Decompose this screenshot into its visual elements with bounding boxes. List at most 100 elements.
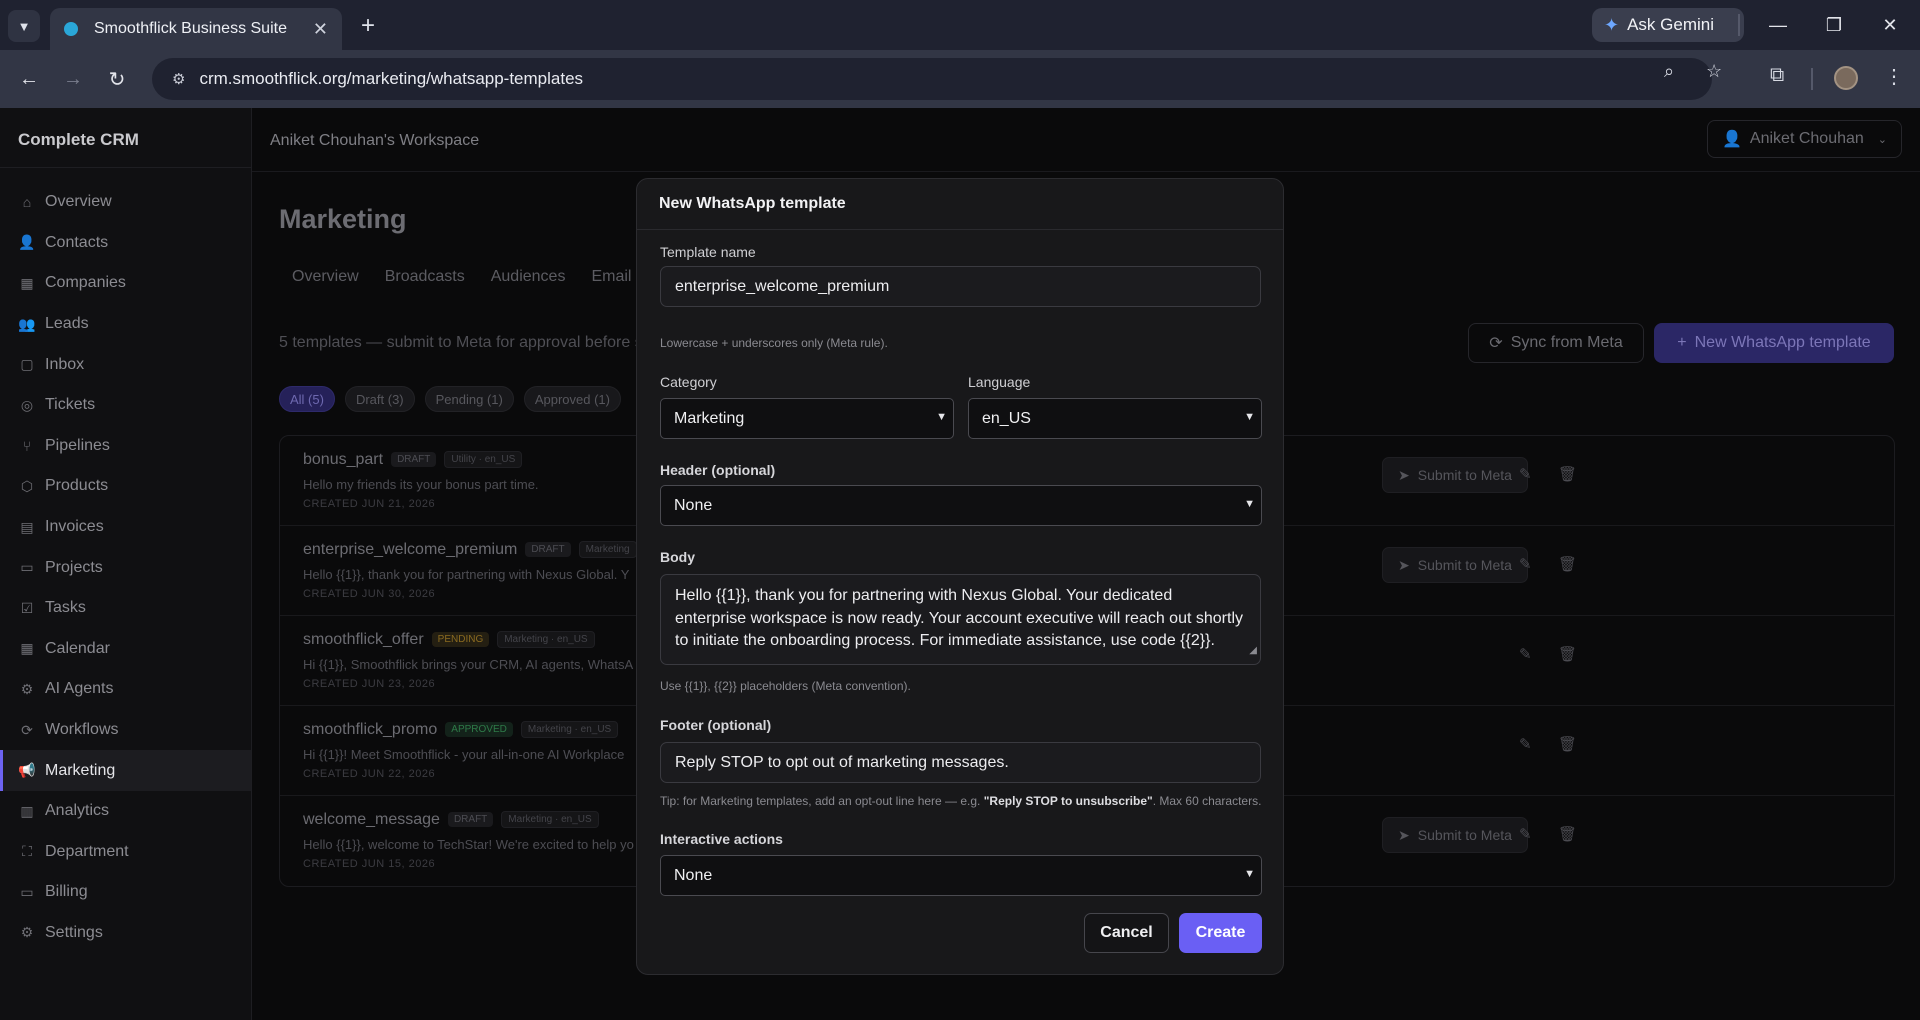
edit-icon[interactable]: ✎ (1519, 645, 1532, 663)
send-icon: ➤ (1398, 556, 1410, 573)
close-window-icon[interactable]: ✕ (1870, 10, 1910, 40)
template-body-preview: Hello {{1}}, thank you for partnering wi… (303, 567, 630, 582)
template-name: bonus_part DRAFT Utility · en_US (303, 451, 523, 469)
submit-label: Submit to Meta (1417, 827, 1512, 843)
sidebar: Complete CRM ⌂ Overview 👤 Contacts ▦ Companie… (0, 108, 252, 1020)
filter-all[interactable]: All (5) (279, 386, 335, 412)
delete-icon[interactable]: 🗑 (1558, 735, 1577, 753)
template-body-preview: Hello my friends its your bonus part tim… (303, 477, 539, 492)
delete-icon[interactable]: 🗑 (1558, 465, 1577, 483)
template-name: smoothflick_offer PENDING Marketing · en_U… (303, 631, 595, 649)
submit-label: Submit to Meta (1417, 467, 1512, 483)
sidebar-item-label: Settings (45, 923, 103, 941)
edit-icon[interactable]: ✎ (1519, 555, 1532, 573)
new-whatsapp-template-button[interactable]: + New WhatsApp template (1654, 323, 1894, 363)
chevron-down-icon: ▼ (1244, 868, 1255, 880)
filter-pending[interactable]: Pending (1) (424, 386, 514, 412)
sidebar-item-icon: ⚙ (20, 924, 34, 941)
tab-search-dropdown-icon[interactable]: ▼ (8, 10, 40, 42)
tab-broadcasts[interactable]: Broadcasts (372, 268, 478, 286)
zoom-icon[interactable]: ⌕ (1664, 61, 1674, 82)
sidebar-item-icon: ⚙ (20, 680, 34, 697)
sidebar-item-label: Products (45, 477, 109, 495)
new-template-label: New WhatsApp template (1694, 334, 1871, 351)
category-value: Marketing (674, 409, 745, 427)
new-tab-icon[interactable]: + (352, 10, 384, 42)
template-created-date: CREATED JUN 22, 2026 (303, 768, 436, 780)
body-textarea[interactable]: Hello {{1}}, thank you for partnering wi… (660, 574, 1261, 665)
submit-to-meta-button[interactable]: ➤ Submit to Meta (1382, 817, 1528, 853)
submit-to-meta-button[interactable]: ➤ Submit to Meta (1382, 457, 1528, 493)
sidebar-item-icon: ⛶ (22, 843, 32, 860)
bookmark-star-icon[interactable]: ☆ (1706, 61, 1722, 82)
browser-tab[interactable]: Smoothflick Business Suite ✕ (50, 8, 342, 50)
sidebar-item-inbox[interactable]: ▢ Inbox (0, 344, 251, 385)
interactive-actions-value: None (674, 866, 713, 884)
user-menu-button[interactable]: 👤 Aniket Chouhan ⌄ (1707, 120, 1902, 158)
sidebar-item-department[interactable]: ⛶ Department (0, 832, 251, 873)
sidebar-item-tickets[interactable]: ◎ Tickets (0, 385, 251, 426)
ask-gemini-button[interactable]: ✦ Ask Gemini (1592, 8, 1744, 42)
footer-input[interactable]: Reply STOP to opt out of marketing messa… (660, 742, 1261, 783)
sidebar-item-label: Analytics (45, 802, 110, 820)
sidebar-item-products[interactable]: ⬡ Products (0, 466, 251, 507)
tab-email[interactable]: Email (578, 268, 644, 286)
template-name-input[interactable]: enterprise_welcome_premium (660, 266, 1261, 307)
filter-draft[interactable]: Draft (3) (344, 386, 415, 412)
sync-from-meta-button[interactable]: ⟳ Sync from Meta (1468, 323, 1644, 363)
address-bar[interactable]: ⚙ crm.smoothflick.org/marketing/whatsapp… (152, 58, 1712, 100)
delete-icon[interactable]: 🗑 (1558, 825, 1577, 843)
extensions-icon[interactable]: ⧉ (1770, 64, 1784, 87)
sidebar-item-contacts[interactable]: 👤 Contacts (0, 223, 251, 264)
sidebar-item-calendar[interactable]: ▦ Calendar (0, 629, 251, 670)
template-name-text: smoothflick_promo (303, 721, 438, 738)
delete-icon[interactable]: 🗑 (1558, 645, 1577, 663)
forward-icon[interactable]: → (56, 62, 90, 96)
resize-handle-icon[interactable]: ◢ (1249, 640, 1257, 663)
sidebar-item-tasks[interactable]: ☑ Tasks (0, 588, 251, 629)
sidebar-item-projects[interactable]: ▭ Projects (0, 547, 251, 588)
edit-icon[interactable]: ✎ (1519, 735, 1532, 753)
delete-icon[interactable]: 🗑 (1558, 555, 1577, 573)
sidebar-item-settings[interactable]: ⚙ Settings (0, 913, 251, 954)
filter-approved[interactable]: Approved (1) (523, 386, 621, 412)
edit-icon[interactable]: ✎ (1519, 465, 1532, 483)
template-body-preview: Hi {{1}}! Meet Smoothflick - your all-in… (303, 747, 625, 762)
create-button[interactable]: Create (1179, 913, 1262, 953)
site-info-icon[interactable]: ⚙ (172, 70, 185, 88)
sidebar-item-marketing[interactable]: 📢 Marketing (0, 750, 251, 791)
interactive-actions-select[interactable]: None ▼ (660, 855, 1262, 896)
minimize-icon[interactable]: — (1758, 10, 1798, 40)
close-tab-icon[interactable]: ✕ (313, 19, 328, 40)
tab-audiences[interactable]: Audiences (478, 268, 579, 286)
submit-to-meta-button[interactable]: ➤ Submit to Meta (1382, 547, 1528, 583)
divider (1738, 14, 1740, 36)
reload-icon[interactable]: ↻ (100, 62, 134, 96)
sidebar-item-pipelines[interactable]: ⑂ Pipelines (0, 426, 251, 467)
menu-kebab-icon[interactable]: ⋮ (1884, 64, 1904, 89)
send-icon: ➤ (1398, 826, 1410, 843)
sidebar-item-billing[interactable]: ▭ Billing (0, 872, 251, 913)
profile-avatar[interactable] (1834, 66, 1858, 90)
sidebar-item-companies[interactable]: ▦ Companies (0, 263, 251, 304)
sidebar-item-overview[interactable]: ⌂ Overview (0, 182, 251, 223)
sidebar-item-analytics[interactable]: ▥ Analytics (0, 791, 251, 832)
interactive-actions-label: Interactive actions (660, 831, 783, 847)
back-icon[interactable]: ← (12, 62, 46, 96)
edit-icon[interactable]: ✎ (1519, 825, 1532, 843)
language-select[interactable]: en_US ▼ (968, 398, 1262, 439)
template-name: welcome_message DRAFT Marketing · en_US (303, 811, 599, 829)
category-select[interactable]: Marketing ▼ (660, 398, 954, 439)
tab-overview[interactable]: Overview (279, 268, 372, 286)
sidebar-item-invoices[interactable]: ▤ Invoices (0, 507, 251, 548)
restore-icon[interactable]: ❐ (1814, 10, 1854, 40)
sidebar-item-ai-agents[interactable]: ⚙ AI Agents (0, 669, 251, 710)
header-select[interactable]: None ▼ (660, 485, 1262, 526)
template-body-preview: Hello {{1}}, welcome to TechStar! We're … (303, 837, 634, 852)
sidebar-item-leads[interactable]: 👥 Leads (0, 304, 251, 345)
sync-icon: ⟳ (1489, 335, 1503, 352)
cancel-button[interactable]: Cancel (1084, 913, 1169, 953)
status-badge: DRAFT (391, 452, 437, 467)
sidebar-item-workflows[interactable]: ⟳ Workflows (0, 710, 251, 751)
template-name-text: enterprise_welcome_premium (303, 541, 518, 558)
